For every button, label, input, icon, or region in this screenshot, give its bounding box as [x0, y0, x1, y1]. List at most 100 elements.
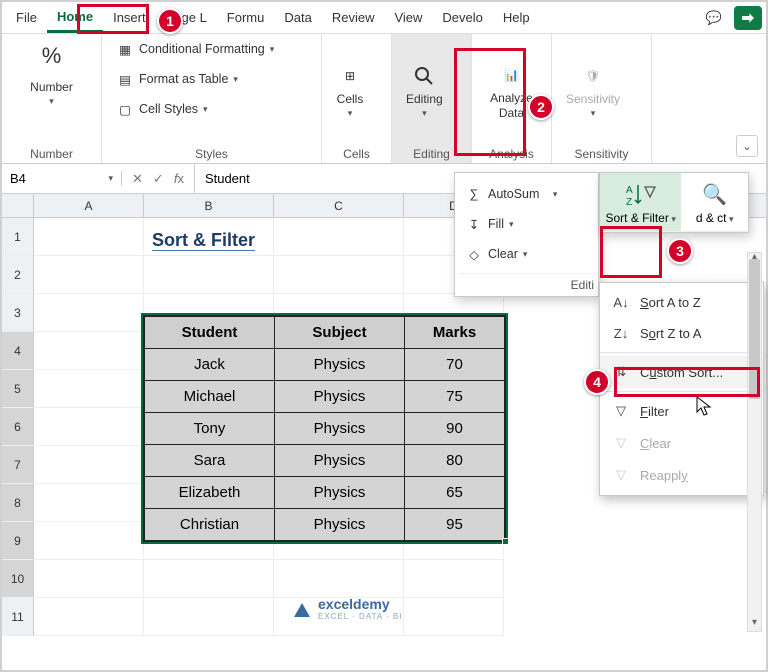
format-as-table-button[interactable]: ▤ Format as Table▾ [114, 68, 240, 90]
row-header[interactable]: 3 [2, 294, 34, 332]
table-cell[interactable]: Physics [275, 445, 405, 477]
fx-icon[interactable]: fx [174, 171, 184, 186]
table-icon: ▤ [116, 70, 134, 88]
name-box[interactable]: B4▾ [2, 171, 122, 186]
cell[interactable] [274, 560, 404, 598]
custom-sort[interactable]: ⇅ Custom Sort... [600, 356, 763, 388]
editing-button[interactable]: Editing▾ [400, 58, 449, 123]
cell-styles-button[interactable]: ▢ Cell Styles▾ [114, 98, 210, 120]
tab-help[interactable]: Help [493, 4, 540, 31]
tab-formulas[interactable]: Formu [217, 4, 275, 31]
table-cell[interactable]: 75 [405, 381, 505, 413]
col-C[interactable]: C [274, 194, 404, 217]
col-B[interactable]: B [144, 194, 274, 217]
table-cell[interactable]: Sara [145, 445, 275, 477]
cell[interactable] [404, 598, 504, 636]
table-cell[interactable]: Tony [145, 413, 275, 445]
table-header[interactable]: Student [145, 317, 275, 349]
cell[interactable] [34, 218, 144, 256]
table-cell[interactable]: 80 [405, 445, 505, 477]
table-header[interactable]: Subject [275, 317, 405, 349]
cell-styles-icon: ▢ [116, 100, 134, 118]
tab-developer[interactable]: Develo [432, 4, 492, 31]
table-cell[interactable]: Physics [275, 509, 405, 541]
table-cell[interactable]: 65 [405, 477, 505, 509]
sensitivity-button[interactable]: 🛡 Sensitivity▾ [560, 58, 626, 123]
group-label-number: Number [10, 143, 93, 161]
cell[interactable] [34, 446, 144, 484]
cell[interactable] [144, 256, 274, 294]
sort-desc-icon: Z↓ [612, 326, 630, 341]
cell[interactable] [274, 218, 404, 256]
sort-filter-menu: A↓ Sort A to Z Z↓ Sort Z to A ⇅ Custom S… [599, 282, 764, 496]
conditional-formatting-button[interactable]: ▦ Conditional Formatting▾ [114, 38, 276, 60]
row-header[interactable]: 11 [2, 598, 34, 636]
cell[interactable] [34, 370, 144, 408]
row-header[interactable]: 8 [2, 484, 34, 522]
table-cell[interactable]: Physics [275, 381, 405, 413]
table-cell[interactable]: Michael [145, 381, 275, 413]
reapply-icon: ▽ [612, 467, 630, 483]
editing-panel-label: Editi [459, 273, 594, 294]
cells-button[interactable]: ⊞ Cells▾ [330, 58, 370, 123]
number-format-button[interactable]: Number▾ [24, 76, 79, 111]
sort-filter-button[interactable]: AZ Sort & Filter ▾ [600, 173, 681, 232]
table-cell[interactable]: Physics [275, 477, 405, 509]
cell[interactable] [34, 484, 144, 522]
accept-formula-icon[interactable]: ✓ [153, 171, 164, 187]
tab-data[interactable]: Data [274, 4, 321, 31]
row-header[interactable]: 10 [2, 560, 34, 598]
vertical-scrollbar[interactable]: ▴ ▾ [747, 252, 762, 632]
tab-home[interactable]: Home [47, 3, 103, 33]
row-header[interactable]: 2 [2, 256, 34, 294]
fill-button[interactable]: ↧ Fill▾ [459, 209, 594, 239]
cell[interactable] [274, 256, 404, 294]
tab-insert[interactable]: Insert [103, 4, 156, 31]
row-header[interactable]: 7 [2, 446, 34, 484]
row-header[interactable]: 6 [2, 408, 34, 446]
row-header[interactable]: 1 [2, 218, 34, 256]
find-select-button[interactable]: 🔍 d & ct ▾ [681, 173, 748, 232]
row-header[interactable]: 4 [2, 332, 34, 370]
tab-file[interactable]: File [6, 4, 47, 31]
scrollbar-thumb[interactable] [749, 259, 760, 399]
cell[interactable] [144, 560, 274, 598]
cell[interactable] [144, 598, 274, 636]
sort-z-to-a[interactable]: Z↓ Sort Z to A [600, 318, 763, 349]
table-cell[interactable]: 90 [405, 413, 505, 445]
autosum-button[interactable]: ∑ AutoSum ▾ [459, 179, 594, 209]
cell[interactable] [34, 332, 144, 370]
table-cell[interactable]: Christian [145, 509, 275, 541]
tab-review[interactable]: Review [322, 4, 385, 31]
table-cell[interactable]: Physics [275, 413, 405, 445]
percent-button[interactable]: % [32, 38, 72, 74]
sort-a-to-z[interactable]: A↓ Sort A to Z [600, 287, 763, 318]
table-cell[interactable]: 95 [405, 509, 505, 541]
ribbon-collapse-button[interactable]: ⌄ [736, 135, 758, 157]
cell[interactable] [34, 294, 144, 332]
cancel-formula-icon[interactable]: ✕ [132, 171, 143, 187]
cell[interactable] [34, 598, 144, 636]
table-header[interactable]: Marks [405, 317, 505, 349]
data-table[interactable]: StudentSubjectMarksJackPhysics70MichaelP… [142, 314, 507, 543]
cell[interactable] [34, 560, 144, 598]
tab-view[interactable]: View [384, 4, 432, 31]
filter-toggle[interactable]: ▽ Filter [600, 395, 763, 427]
watermark: exceldemy EXCEL · DATA · BI [292, 596, 402, 621]
table-cell[interactable]: Physics [275, 349, 405, 381]
row-header[interactable]: 9 [2, 522, 34, 560]
table-cell[interactable]: Elizabeth [145, 477, 275, 509]
share-button[interactable] [734, 6, 762, 30]
cell[interactable] [34, 522, 144, 560]
cell[interactable] [34, 256, 144, 294]
row-header[interactable]: 5 [2, 370, 34, 408]
table-cell[interactable]: 70 [405, 349, 505, 381]
table-cell[interactable]: Jack [145, 349, 275, 381]
cell[interactable] [34, 408, 144, 446]
sheet-title: Sort & Filter [152, 230, 255, 251]
comments-icon[interactable]: 💬 [700, 6, 728, 30]
cell[interactable] [404, 560, 504, 598]
col-A[interactable]: A [34, 194, 144, 217]
clear-button[interactable]: ◇ Clear▾ [459, 239, 594, 269]
group-label-analysis: Analysis [480, 143, 543, 161]
